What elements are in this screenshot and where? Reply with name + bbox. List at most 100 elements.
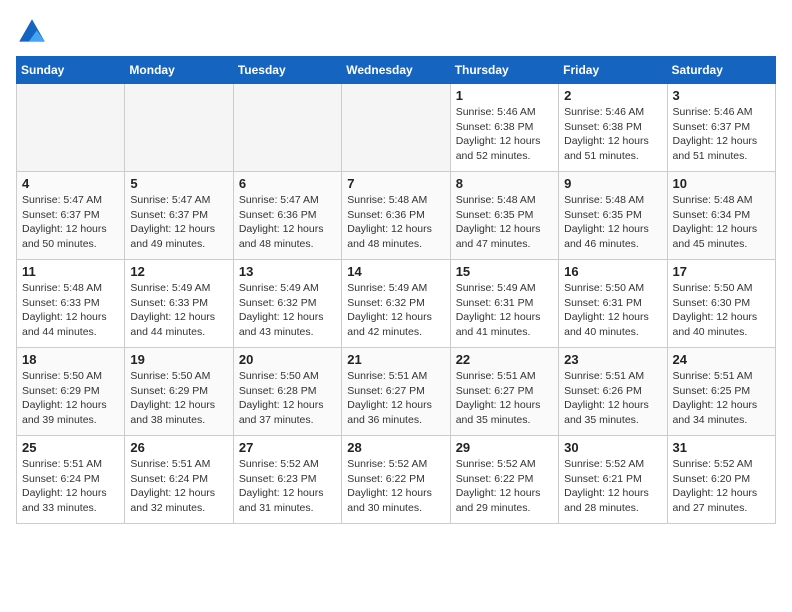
calendar-cell: 31Sunrise: 5:52 AMSunset: 6:20 PMDayligh… [667,436,775,524]
weekday-header: Friday [559,57,667,84]
weekday-header: Saturday [667,57,775,84]
calendar-cell: 18 Sunrise: 5:50 AMSunset: 6:29 PMDayligh… [17,348,125,436]
day-info: Sunrise: 5:48 AMSunset: 6:35 PMDaylight:… [456,193,553,252]
weekday-header: Sunday [17,57,125,84]
calendar-cell [233,84,341,172]
day-number: 23 [564,352,661,367]
calendar-week-row: 11 Sunrise: 5:48 AMSunset: 6:33 PMDayligh… [17,260,776,348]
day-number: 31 [673,440,770,455]
day-number: 27 [239,440,336,455]
calendar-cell: 25 Sunrise: 5:51 AMSunset: 6:24 PMDayligh… [17,436,125,524]
day-info: Sunrise: 5:48 AMSunset: 6:36 PMDaylight:… [347,193,444,252]
calendar-cell: 30 Sunrise: 5:52 AMSunset: 6:21 PMDayligh… [559,436,667,524]
day-info: Sunrise: 5:47 AMSunset: 6:37 PMDaylight:… [130,193,227,252]
calendar-cell: 11 Sunrise: 5:48 AMSunset: 6:33 PMDayligh… [17,260,125,348]
day-number: 11 [22,264,119,279]
calendar-cell: 12 Sunrise: 5:49 AMSunset: 6:33 PMDayligh… [125,260,233,348]
day-number: 21 [347,352,444,367]
day-number: 6 [239,176,336,191]
day-info: Sunrise: 5:51 AMSunset: 6:24 PMDaylight:… [130,457,227,516]
calendar-cell: 1 Sunrise: 5:46 AMSunset: 6:38 PMDaylight… [450,84,558,172]
logo-icon [16,16,48,48]
day-info: Sunrise: 5:52 AMSunset: 6:23 PMDaylight:… [239,457,336,516]
calendar-cell: 27 Sunrise: 5:52 AMSunset: 6:23 PMDayligh… [233,436,341,524]
calendar-cell: 5 Sunrise: 5:47 AMSunset: 6:37 PMDaylight… [125,172,233,260]
day-info: Sunrise: 5:46 AMSunset: 6:38 PMDaylight:… [456,105,553,164]
weekday-header-row: SundayMondayTuesdayWednesdayThursdayFrid… [17,57,776,84]
day-info: Sunrise: 5:48 AMSunset: 6:33 PMDaylight:… [22,281,119,340]
calendar-cell [125,84,233,172]
day-number: 29 [456,440,553,455]
calendar-week-row: 18 Sunrise: 5:50 AMSunset: 6:29 PMDayligh… [17,348,776,436]
weekday-header: Monday [125,57,233,84]
weekday-header: Thursday [450,57,558,84]
day-info: Sunrise: 5:47 AMSunset: 6:36 PMDaylight:… [239,193,336,252]
day-number: 25 [22,440,119,455]
day-number: 13 [239,264,336,279]
calendar-week-row: 25 Sunrise: 5:51 AMSunset: 6:24 PMDayligh… [17,436,776,524]
day-info: Sunrise: 5:51 AMSunset: 6:27 PMDaylight:… [456,369,553,428]
calendar-cell: 4 Sunrise: 5:47 AMSunset: 6:37 PMDaylight… [17,172,125,260]
calendar-cell: 17 Sunrise: 5:50 AMSunset: 6:30 PMDayligh… [667,260,775,348]
calendar-cell: 6 Sunrise: 5:47 AMSunset: 6:36 PMDaylight… [233,172,341,260]
calendar-cell: 16Sunrise: 5:50 AMSunset: 6:31 PMDayligh… [559,260,667,348]
day-info: Sunrise: 5:51 AMSunset: 6:25 PMDaylight:… [673,369,770,428]
calendar-cell: 19 Sunrise: 5:50 AMSunset: 6:29 PMDayligh… [125,348,233,436]
day-info: Sunrise: 5:50 AMSunset: 6:30 PMDaylight:… [673,281,770,340]
day-info: Sunrise: 5:46 AMSunset: 6:38 PMDaylight:… [564,105,661,164]
day-info: Sunrise: 5:51 AMSunset: 6:24 PMDaylight:… [22,457,119,516]
day-info: Sunrise: 5:52 AMSunset: 6:21 PMDaylight:… [564,457,661,516]
day-number: 9 [564,176,661,191]
day-number: 24 [673,352,770,367]
day-number: 17 [673,264,770,279]
calendar-cell: 21 Sunrise: 5:51 AMSunset: 6:27 PMDayligh… [342,348,450,436]
calendar-cell [342,84,450,172]
day-number: 5 [130,176,227,191]
day-info: Sunrise: 5:49 AMSunset: 6:33 PMDaylight:… [130,281,227,340]
day-number: 26 [130,440,227,455]
calendar-cell: 3 Sunrise: 5:46 AMSunset: 6:37 PMDaylight… [667,84,775,172]
day-info: Sunrise: 5:47 AMSunset: 6:37 PMDaylight:… [22,193,119,252]
calendar-cell: 26 Sunrise: 5:51 AMSunset: 6:24 PMDayligh… [125,436,233,524]
day-number: 8 [456,176,553,191]
day-number: 14 [347,264,444,279]
calendar-cell: 22 Sunrise: 5:51 AMSunset: 6:27 PMDayligh… [450,348,558,436]
day-info: Sunrise: 5:46 AMSunset: 6:37 PMDaylight:… [673,105,770,164]
day-info: Sunrise: 5:48 AMSunset: 6:34 PMDaylight:… [673,193,770,252]
calendar-cell: 24 Sunrise: 5:51 AMSunset: 6:25 PMDayligh… [667,348,775,436]
day-number: 30 [564,440,661,455]
calendar-cell: 8 Sunrise: 5:48 AMSunset: 6:35 PMDaylight… [450,172,558,260]
day-number: 4 [22,176,119,191]
day-number: 18 [22,352,119,367]
day-info: Sunrise: 5:48 AMSunset: 6:35 PMDaylight:… [564,193,661,252]
calendar-cell: 7Sunrise: 5:48 AMSunset: 6:36 PMDaylight… [342,172,450,260]
calendar-week-row: 4 Sunrise: 5:47 AMSunset: 6:37 PMDaylight… [17,172,776,260]
day-number: 20 [239,352,336,367]
page-header [16,16,776,48]
calendar-cell: 10Sunrise: 5:48 AMSunset: 6:34 PMDayligh… [667,172,775,260]
day-info: Sunrise: 5:51 AMSunset: 6:27 PMDaylight:… [347,369,444,428]
day-info: Sunrise: 5:50 AMSunset: 6:29 PMDaylight:… [130,369,227,428]
calendar-cell: 2 Sunrise: 5:46 AMSunset: 6:38 PMDaylight… [559,84,667,172]
day-info: Sunrise: 5:49 AMSunset: 6:32 PMDaylight:… [239,281,336,340]
day-number: 2 [564,88,661,103]
weekday-header: Tuesday [233,57,341,84]
day-info: Sunrise: 5:50 AMSunset: 6:31 PMDaylight:… [564,281,661,340]
day-info: Sunrise: 5:49 AMSunset: 6:31 PMDaylight:… [456,281,553,340]
day-info: Sunrise: 5:52 AMSunset: 6:22 PMDaylight:… [347,457,444,516]
day-number: 1 [456,88,553,103]
day-number: 12 [130,264,227,279]
calendar-cell: 20 Sunrise: 5:50 AMSunset: 6:28 PMDayligh… [233,348,341,436]
calendar-cell: 28 Sunrise: 5:52 AMSunset: 6:22 PMDayligh… [342,436,450,524]
day-info: Sunrise: 5:49 AMSunset: 6:32 PMDaylight:… [347,281,444,340]
calendar-cell: 15 Sunrise: 5:49 AMSunset: 6:31 PMDayligh… [450,260,558,348]
day-info: Sunrise: 5:50 AMSunset: 6:29 PMDaylight:… [22,369,119,428]
day-number: 19 [130,352,227,367]
day-info: Sunrise: 5:51 AMSunset: 6:26 PMDaylight:… [564,369,661,428]
calendar-week-row: 1 Sunrise: 5:46 AMSunset: 6:38 PMDaylight… [17,84,776,172]
day-number: 15 [456,264,553,279]
day-info: Sunrise: 5:50 AMSunset: 6:28 PMDaylight:… [239,369,336,428]
day-number: 28 [347,440,444,455]
day-number: 3 [673,88,770,103]
day-number: 22 [456,352,553,367]
